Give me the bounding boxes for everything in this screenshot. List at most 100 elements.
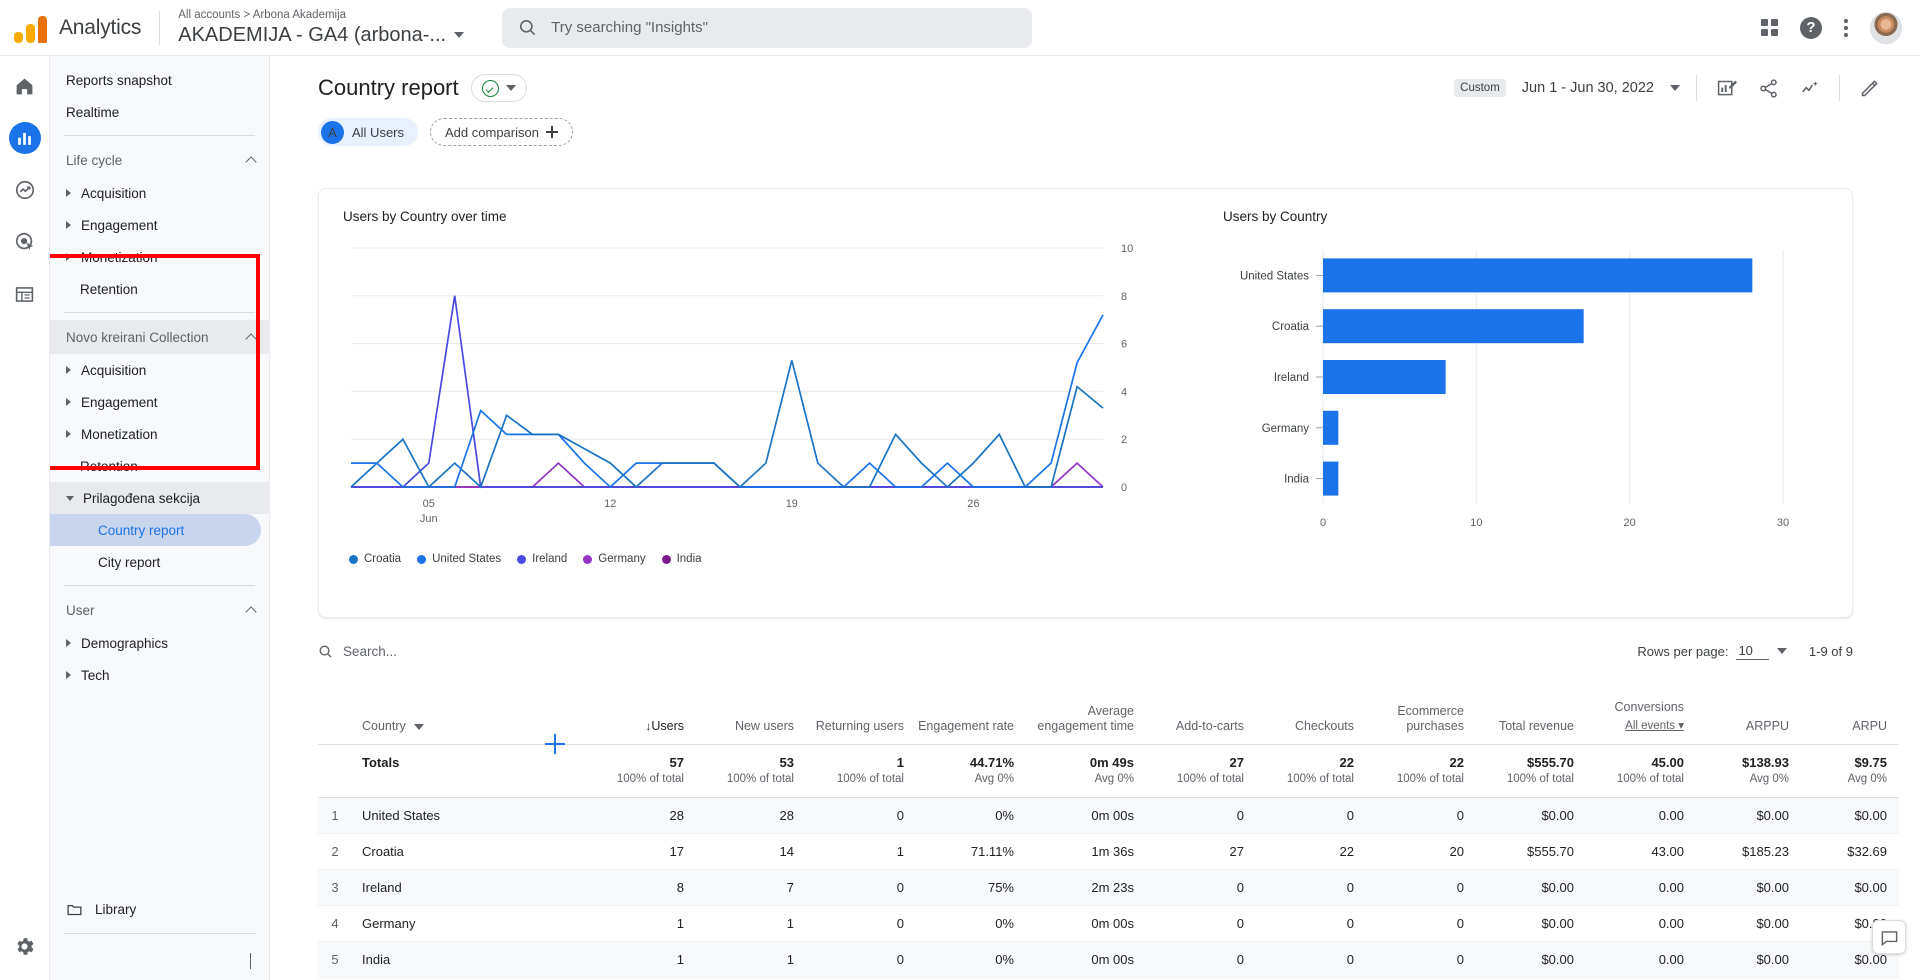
nav-section-life-cycle[interactable]: Life cycle xyxy=(50,143,269,177)
header-new-users[interactable]: New users xyxy=(694,668,804,745)
legend-item[interactable]: Germany xyxy=(583,553,646,565)
sidebar-item-country-report[interactable]: Country report xyxy=(50,514,261,546)
insights-icon[interactable] xyxy=(1797,75,1823,101)
legend-item[interactable]: Ireland xyxy=(517,553,567,565)
table-row[interactable]: 3 Ireland 8 7 0 75% 2m 23s 0 0 0 $0.00 0.00 $0.00 $0.… xyxy=(318,869,1899,906)
row-country[interactable]: India xyxy=(352,941,502,978)
chevron-down-icon[interactable] xyxy=(454,31,465,38)
divider xyxy=(64,585,255,586)
sidebar-item-prilagodena-sekcija[interactable]: Prilagođena sekcija xyxy=(50,482,269,514)
sidebar-item-acquisition[interactable]: Acquisition xyxy=(50,177,269,209)
header-engagement-rate[interactable]: Engagement rate xyxy=(914,668,1024,745)
row-cell: 0 xyxy=(804,941,914,978)
configure-icon[interactable] xyxy=(9,278,41,310)
sidebar-item-engagement[interactable]: Engagement xyxy=(50,209,269,241)
row-country[interactable]: Croatia xyxy=(352,833,502,870)
header-checkouts[interactable]: Checkouts xyxy=(1254,668,1364,745)
row-cell: 0m 00s xyxy=(1024,797,1144,834)
sidebar-item-monetization[interactable]: Monetization xyxy=(50,241,269,273)
table-row[interactable]: 4 Germany 1 1 0 0% 0m 00s 0 0 0 $0.00 0.00 $0.00 $0.0… xyxy=(318,905,1899,942)
home-icon[interactable] xyxy=(9,70,41,102)
conversions-all-events-selector[interactable]: All events ▾ xyxy=(1584,719,1684,734)
row-cell: 1 xyxy=(598,941,694,978)
svg-text:4: 4 xyxy=(1121,386,1127,398)
sidebar-item-realtime[interactable]: Realtime xyxy=(50,96,269,128)
collapse-nav-button[interactable] xyxy=(250,953,251,969)
reports-icon[interactable] xyxy=(8,122,41,154)
rows-per-page-value[interactable]: 10 xyxy=(1736,643,1769,660)
header-ecommerce-purchases[interactable]: Ecommerce purchases xyxy=(1364,668,1474,745)
row-country[interactable]: Ireland xyxy=(352,869,502,906)
chevron-up-icon[interactable] xyxy=(245,332,257,345)
sidebar-item-library[interactable]: Library xyxy=(50,893,269,925)
legend-item[interactable]: United States xyxy=(417,553,501,565)
chevron-down-icon[interactable] xyxy=(414,723,425,730)
avatar[interactable] xyxy=(1870,11,1902,44)
header-total-revenue[interactable]: Total revenue xyxy=(1474,668,1584,745)
nav-section-novo-kreirani-collection[interactable]: Novo kreirani Collection xyxy=(50,320,269,354)
row-country[interactable]: United States xyxy=(352,797,502,834)
sidebar-item-collection-retention[interactable]: Retention xyxy=(50,450,269,482)
sidebar-item-tech[interactable]: Tech xyxy=(50,659,269,691)
sidebar-item-retention[interactable]: Retention xyxy=(50,273,269,305)
chevron-down-icon[interactable] xyxy=(1670,85,1680,91)
sidebar-item-collection-acquisition[interactable]: Acquisition xyxy=(50,354,269,386)
chevron-up-icon[interactable] xyxy=(245,605,257,618)
sidebar-item-collection-engagement[interactable]: Engagement xyxy=(50,386,269,418)
header-arppu[interactable]: ARPPU xyxy=(1694,668,1799,745)
header-arpu[interactable]: ARPU xyxy=(1799,668,1899,745)
help-icon[interactable]: ? xyxy=(1800,16,1822,39)
users-by-country-chart[interactable]: 0 10 20 30 United States Croatia Ireland German… xyxy=(1223,232,1823,562)
sidebar-item-city-report[interactable]: City report xyxy=(50,546,269,578)
date-range-value[interactable]: Jun 1 - Jun 30, 2022 xyxy=(1522,80,1654,96)
header-rank xyxy=(318,668,352,745)
edit-icon[interactable] xyxy=(1856,75,1882,101)
feedback-button[interactable] xyxy=(1872,920,1906,954)
chevron-left-icon xyxy=(250,953,251,969)
nav-section-user[interactable]: User xyxy=(50,593,269,627)
header-conversions[interactable]: Conversions All events ▾ xyxy=(1584,668,1694,745)
account-selector[interactable]: All accounts > Arbona Akademija AKADEMIJ… xyxy=(178,8,465,48)
header-country[interactable]: Country xyxy=(352,668,502,745)
header-returning-users[interactable]: Returning users xyxy=(804,668,914,745)
chevron-down-icon[interactable] xyxy=(505,85,516,91)
svg-text:05: 05 xyxy=(423,498,435,510)
chevron-down-icon[interactable] xyxy=(1776,648,1787,654)
sidebar-item-demographics[interactable]: Demographics xyxy=(50,627,269,659)
chevron-up-icon[interactable] xyxy=(245,155,257,168)
chip-all-users[interactable]: A All Users xyxy=(318,118,419,146)
rows-per-page-control[interactable]: Rows per page: 10 xyxy=(1637,643,1787,660)
totals-cell: 1 xyxy=(896,754,904,770)
report-status-badge[interactable] xyxy=(470,74,527,102)
share-icon[interactable] xyxy=(1755,75,1781,101)
row-country[interactable]: Germany xyxy=(352,905,502,942)
nav-section-label: User xyxy=(66,602,95,618)
header-average-engagement-time[interactable]: Average engagement time xyxy=(1024,668,1144,745)
apps-grid-icon[interactable] xyxy=(1761,19,1778,36)
legend-item[interactable]: Croatia xyxy=(349,553,401,565)
table-search-input[interactable]: Search... xyxy=(318,644,397,659)
row-rank: 3 xyxy=(318,869,352,906)
chevron-right-icon xyxy=(66,221,71,229)
users-by-country-over-time-chart[interactable]: 0 2 4 6 8 10 05 12 19 26 Jun xyxy=(343,232,1173,542)
edit-comparison-icon[interactable] xyxy=(1713,75,1739,101)
row-cell: $0.00 xyxy=(1694,869,1799,906)
table-row[interactable]: 2 Croatia 17 14 1 71.11% 1m 36s 27 22 20 $555.70 43… xyxy=(318,833,1899,870)
add-dimension-button[interactable] xyxy=(502,668,598,745)
gear-icon[interactable] xyxy=(9,930,41,962)
sidebar-item-reports-snapshot[interactable]: Reports snapshot xyxy=(50,64,269,96)
explore-icon[interactable] xyxy=(9,174,41,206)
table-row[interactable]: 5 India 1 1 0 0% 0m 00s 0 0 0 $0.00 0.00 $0.00 $0.00 xyxy=(318,941,1899,978)
table-row[interactable]: 1 United States 28 28 0 0% 0m 00s 0 0 0 $0.00 0.00 $… xyxy=(318,797,1899,834)
header-users[interactable]: ↓Users xyxy=(598,668,694,745)
add-comparison-button[interactable]: Add comparison xyxy=(430,118,573,146)
advertising-icon[interactable] xyxy=(9,226,41,258)
legend-color-dot xyxy=(583,554,593,564)
table-head: Country ↓Users New users Returning users… xyxy=(318,668,1899,745)
search-input[interactable]: Try searching "Insights" xyxy=(502,7,1033,48)
sidebar-item-label: Monetization xyxy=(81,249,158,265)
legend-item[interactable]: India xyxy=(661,553,702,565)
more-options-icon[interactable] xyxy=(1844,18,1848,37)
header-add-to-carts[interactable]: Add-to-carts xyxy=(1144,668,1254,745)
sidebar-item-collection-monetization[interactable]: Monetization xyxy=(50,418,269,450)
